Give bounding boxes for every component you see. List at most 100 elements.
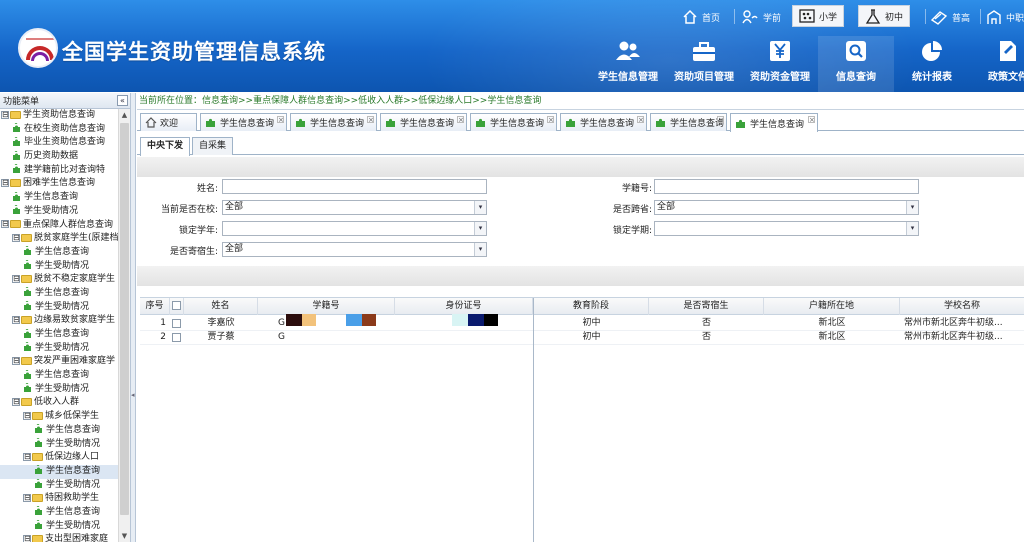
collapse-toggle-icon[interactable]: ⊟ xyxy=(12,274,20,283)
collapse-toggle-icon[interactable]: ⊟ xyxy=(23,493,31,502)
tree-folder[interactable]: ⊟ 脱贫不稳定家庭学生 xyxy=(0,273,130,287)
student-no-input[interactable] xyxy=(654,179,919,194)
tree-folder[interactable]: ⊟ 边缘易致贫家庭学生 xyxy=(0,314,130,328)
tab-student-info-query[interactable]: 学生信息查询 × xyxy=(730,113,818,132)
collapse-toggle-icon[interactable]: ⊟ xyxy=(1,110,9,119)
select-all-checkbox[interactable] xyxy=(172,301,181,310)
subtab-self-collected[interactable]: 自采集 xyxy=(192,137,234,155)
chevron-down-icon[interactable]: ▾ xyxy=(474,201,486,214)
close-tab-icon[interactable]: × xyxy=(808,116,815,124)
chevron-down-icon[interactable]: ▾ xyxy=(474,222,486,235)
tree-leaf[interactable]: 学生信息查询 xyxy=(0,506,130,520)
collapse-toggle-icon[interactable]: ⊟ xyxy=(23,411,31,420)
tab-welcome[interactable]: 欢迎 xyxy=(140,113,197,131)
tree-folder[interactable]: ⊟ 重点保障人群信息查询 xyxy=(0,219,130,233)
tree-folder[interactable]: ⊟ 城乡低保学生 xyxy=(0,410,130,424)
col-huji[interactable]: 户籍所在地 xyxy=(764,298,900,315)
collapse-toggle-icon[interactable]: ⊟ xyxy=(12,315,20,324)
top-link-home[interactable]: 首页 xyxy=(682,6,720,28)
top-link-preschool[interactable]: 学前 xyxy=(741,6,781,28)
collapse-toggle-icon[interactable]: ⊟ xyxy=(23,534,31,542)
scroll-down-arrow-icon[interactable]: ▼ xyxy=(119,530,130,542)
tree-leaf[interactable]: 学生信息查询 xyxy=(0,424,130,438)
tree-leaf[interactable]: 学生受助情况 xyxy=(0,205,130,219)
col-boarding[interactable]: 是否寄宿生 xyxy=(649,298,764,315)
tree-leaf[interactable]: 学生受助情况 xyxy=(0,301,130,315)
close-tab-icon[interactable]: × xyxy=(637,116,644,124)
collapse-toggle-icon[interactable]: ⊟ xyxy=(12,356,20,365)
tree-leaf[interactable]: 学生信息查询 xyxy=(0,246,130,260)
tree-folder[interactable]: ⊟ 困难学生信息查询 xyxy=(0,177,130,191)
nav-policy[interactable]: 政策文件 xyxy=(970,36,1024,92)
scroll-up-arrow-icon[interactable]: ▲ xyxy=(119,109,130,121)
top-link-senior[interactable]: 普高 xyxy=(930,6,970,28)
nav-project[interactable]: 资助项目管理 xyxy=(666,36,742,92)
collapse-toggle-icon[interactable]: ⊟ xyxy=(1,178,9,187)
tree-folder[interactable]: ⊟ 特困救助学生 xyxy=(0,492,130,506)
tree-leaf[interactable]: 学生信息查询 xyxy=(0,464,130,479)
name-input[interactable] xyxy=(222,179,487,194)
tree-leaf[interactable]: 学生受助情况 xyxy=(0,438,130,452)
collapse-toggle-icon[interactable]: ⊟ xyxy=(12,397,20,406)
table-row[interactable]: 2 贾子蔡 G 初中 否 新北区 常州市新北区奔牛初级... xyxy=(140,330,1024,345)
collapse-toggle-icon[interactable]: ⊟ xyxy=(23,452,31,461)
close-tab-icon[interactable]: × xyxy=(547,116,554,124)
col-school[interactable]: 学校名称 xyxy=(900,298,1024,315)
close-tab-icon[interactable]: × xyxy=(277,116,284,124)
tree-leaf[interactable]: 历史资助数据 xyxy=(0,150,130,164)
in-school-select[interactable]: 全部 ▾ xyxy=(222,200,487,215)
col-student-no[interactable]: 学籍号 xyxy=(258,298,395,315)
table-row[interactable]: 1 李嘉欣 G 初中否新北区 常州市新北区奔牛初级... xyxy=(140,314,1024,331)
row-checkbox[interactable] xyxy=(172,333,181,342)
tree-leaf[interactable]: 学生信息查询 xyxy=(0,369,130,383)
tree-folder[interactable]: ⊟ 低收入人群 xyxy=(0,396,130,410)
nav-fund[interactable]: 资助资金管理 xyxy=(742,36,818,92)
tree-folder[interactable]: ⊟ 低保边缘人口 xyxy=(0,451,130,465)
tree-leaf[interactable]: 建学籍前比对查询特 xyxy=(0,164,130,178)
lock-year-select[interactable]: ▾ xyxy=(222,221,487,236)
tab-student-info-query[interactable]: 学生信息查询 × xyxy=(380,113,467,131)
collapse-toggle-icon[interactable]: ⊟ xyxy=(12,233,20,242)
boarding-select[interactable]: 全部 ▾ xyxy=(222,242,487,257)
tree-folder[interactable]: ⊟ 脱贫家庭学生(原建档 xyxy=(0,232,130,246)
nav-student-info[interactable]: 学生信息管理 xyxy=(590,36,666,92)
cross-province-select[interactable]: 全部 ▾ xyxy=(654,200,919,215)
tree-leaf[interactable]: 毕业生资助信息查询 xyxy=(0,136,130,150)
tree-leaf[interactable]: 学生信息查询 xyxy=(0,191,130,205)
tree-leaf[interactable]: 在校生资助信息查询 xyxy=(0,123,130,137)
close-tab-icon[interactable]: × xyxy=(457,116,464,124)
nav-info-query[interactable]: 信息查询 xyxy=(818,36,894,92)
collapse-sidebar-button[interactable]: « xyxy=(117,95,128,106)
tree-leaf[interactable]: 学生受助情况 xyxy=(0,260,130,274)
top-link-junior[interactable]: 初中 xyxy=(858,5,911,27)
tab-student-info-query[interactable]: 学生信息查询 × xyxy=(470,113,557,131)
collapse-toggle-icon[interactable]: ⊟ xyxy=(1,220,9,228)
col-id-no[interactable]: 身份证号 xyxy=(395,298,533,315)
tree-leaf[interactable]: 学生受助情况 xyxy=(0,520,130,534)
tab-student-info-query[interactable]: 学生信息查询 × xyxy=(560,113,647,131)
tree-folder[interactable]: ⊟ 突发严重困难家庭学 xyxy=(0,355,130,369)
tab-student-info-query[interactable]: 学生信息查询 × xyxy=(650,113,727,131)
close-tab-icon[interactable]: × xyxy=(717,116,724,124)
chevron-down-icon[interactable]: ▾ xyxy=(474,243,486,256)
tree-folder[interactable]: ⊟ 学生资助信息查询 xyxy=(0,109,130,123)
tree-leaf[interactable]: 学生受助情况 xyxy=(0,479,130,493)
scrollbar-thumb[interactable] xyxy=(120,123,129,515)
top-link-vocational[interactable]: 中职 xyxy=(986,6,1024,28)
chevron-down-icon[interactable]: ▾ xyxy=(906,201,918,214)
close-tab-icon[interactable]: × xyxy=(367,116,374,124)
subtab-central[interactable]: 中央下发 xyxy=(140,137,191,156)
chevron-down-icon[interactable]: ▾ xyxy=(906,222,918,235)
splitter-arrow-icon[interactable]: ◂ xyxy=(131,391,135,399)
tree-leaf[interactable]: 学生信息查询 xyxy=(0,287,130,301)
col-name[interactable]: 姓名 xyxy=(184,298,258,315)
col-stage[interactable]: 教育阶段 xyxy=(534,298,649,315)
tree-leaf[interactable]: 学生信息查询 xyxy=(0,328,130,342)
tree-folder[interactable]: ⊟ 支出型困难家庭 xyxy=(0,533,130,542)
row-checkbox[interactable] xyxy=(172,319,181,328)
tree-leaf[interactable]: 学生受助情况 xyxy=(0,342,130,356)
top-link-primary[interactable]: 小学 xyxy=(792,5,845,27)
tab-student-info-query[interactable]: 学生信息查询 × xyxy=(200,113,287,131)
lock-term-select[interactable]: ▾ xyxy=(654,221,919,236)
tab-student-info-query[interactable]: 学生信息查询 × xyxy=(290,113,377,131)
